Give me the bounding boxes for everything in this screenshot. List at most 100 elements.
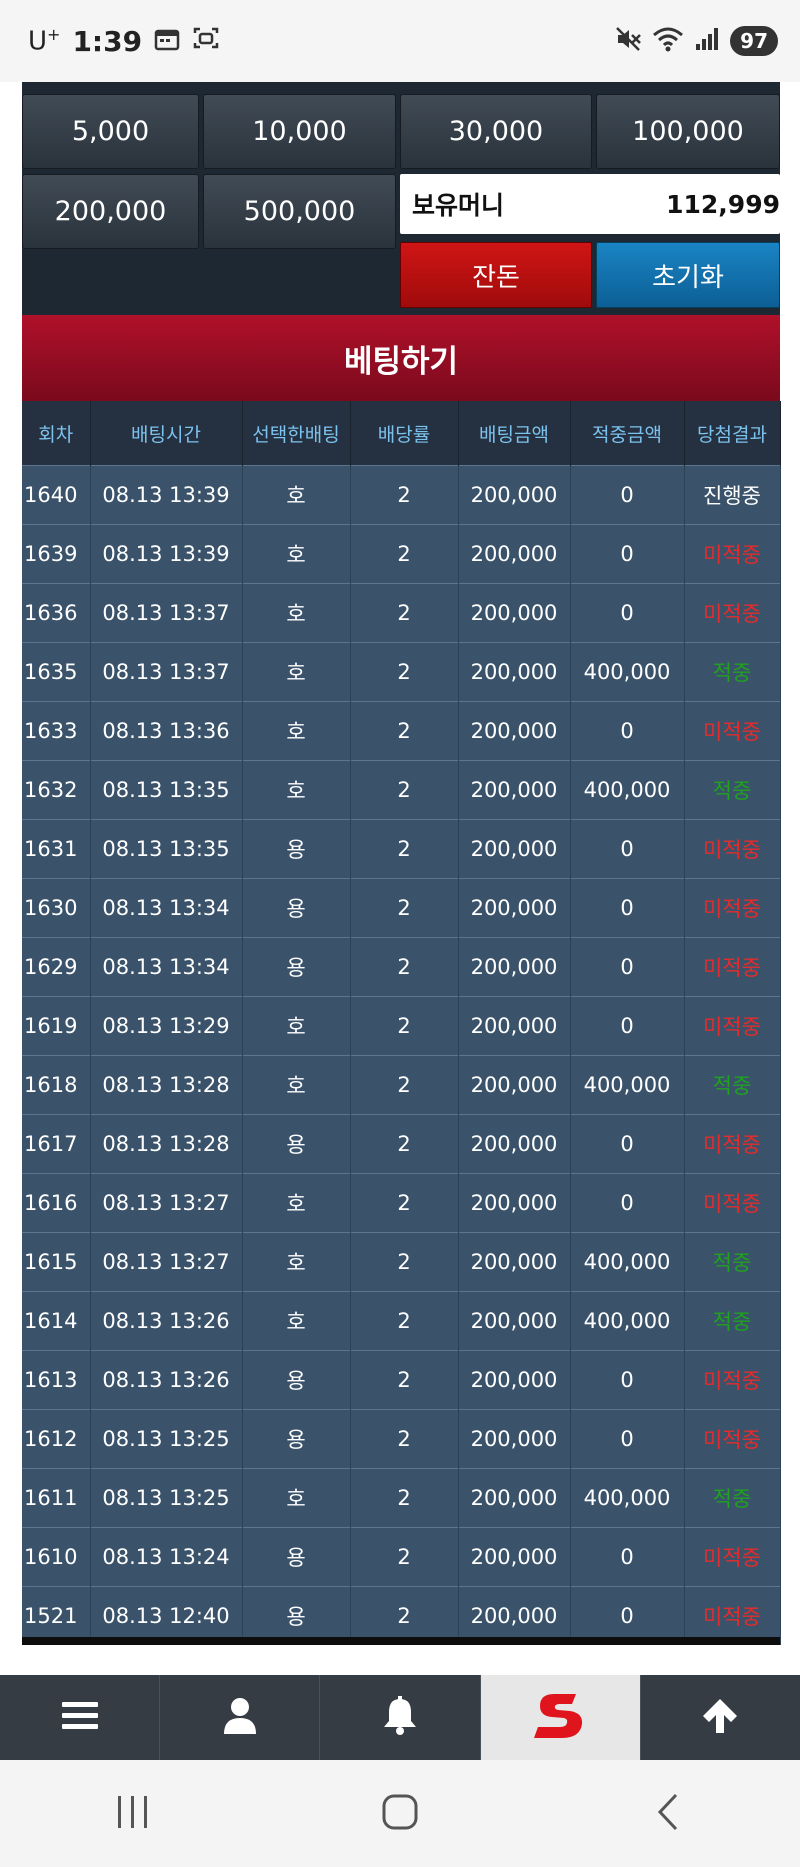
wifi-icon <box>652 25 684 57</box>
screenshot-icon <box>192 25 220 58</box>
table-row: 1633 08.13 13:36 호 2 200,000 0 미적중 <box>22 701 781 761</box>
odds-cell: 2 <box>350 1527 459 1587</box>
odds-cell: 2 <box>350 1114 459 1174</box>
round-cell: 1612 <box>22 1409 91 1469</box>
result-cell: 미적중 <box>684 1114 781 1174</box>
amount-cell: 200,000 <box>458 1527 571 1587</box>
user-button[interactable] <box>160 1675 321 1760</box>
win-amount-cell: 0 <box>570 937 685 997</box>
home-logo-button[interactable] <box>480 1675 641 1760</box>
chip-5000-button[interactable]: 5,000 <box>22 94 199 169</box>
result-cell: 적중 <box>684 1468 781 1528</box>
result-cell: 미적중 <box>684 701 781 761</box>
back-button[interactable] <box>627 1784 707 1844</box>
scroll-top-button[interactable] <box>641 1675 800 1760</box>
result-cell: 미적중 <box>684 937 781 997</box>
header-result: 당첨결과 <box>684 401 781 466</box>
pick-cell: 용 <box>242 1409 351 1469</box>
table-row: 1610 08.13 13:24 용 2 200,000 0 미적중 <box>22 1527 781 1587</box>
pick-cell: 호 <box>242 1291 351 1351</box>
menu-button[interactable] <box>0 1675 161 1760</box>
home-button[interactable] <box>360 1784 440 1844</box>
place-bet-button[interactable]: 베팅하기 <box>22 315 780 401</box>
mute-icon <box>614 25 642 57</box>
change-button[interactable]: 잔돈 <box>400 242 592 308</box>
chip-500000-button[interactable]: 500,000 <box>203 174 396 249</box>
odds-cell: 2 <box>350 583 459 643</box>
amount-cell: 200,000 <box>458 524 571 584</box>
battery-indicator: 97 <box>730 26 778 56</box>
round-cell: 1635 <box>22 642 91 702</box>
notification-button[interactable] <box>320 1675 481 1760</box>
site-logo <box>530 1686 590 1750</box>
table-header-row: 회차 배팅시간 선택한배팅 배당률 배팅금액 적중금액 당첨결과 <box>22 401 781 466</box>
result-cell: 미적중 <box>684 1173 781 1233</box>
round-cell: 1611 <box>22 1468 91 1528</box>
chip-10000-button[interactable]: 10,000 <box>203 94 396 169</box>
win-amount-cell: 0 <box>570 1173 685 1233</box>
result-cell: 적중 <box>684 642 781 702</box>
amount-cell: 200,000 <box>458 1055 571 1115</box>
balance-display: 보유머니 112,999 <box>400 174 780 234</box>
round-cell: 1617 <box>22 1114 91 1174</box>
header-round: 회차 <box>22 401 91 466</box>
home-icon <box>380 1792 420 1836</box>
result-cell: 미적중 <box>684 583 781 643</box>
time-cell: 08.13 13:34 <box>90 937 243 997</box>
odds-cell: 2 <box>350 878 459 938</box>
header-odds: 배당률 <box>350 401 459 466</box>
odds-cell: 2 <box>350 1409 459 1469</box>
round-cell: 1618 <box>22 1055 91 1115</box>
win-amount-cell: 400,000 <box>570 1468 685 1528</box>
table-row: 1616 08.13 13:27 호 2 200,000 0 미적중 <box>22 1173 781 1233</box>
time-cell: 08.13 13:26 <box>90 1350 243 1410</box>
recent-apps-button[interactable] <box>93 1784 173 1844</box>
odds-cell: 2 <box>350 465 459 525</box>
amount-cell: 200,000 <box>458 1409 571 1469</box>
odds-cell: 2 <box>350 1468 459 1528</box>
time-cell: 08.13 13:39 <box>90 465 243 525</box>
table-row: 1611 08.13 13:25 호 2 200,000 400,000 적중 <box>22 1468 781 1528</box>
odds-cell: 2 <box>350 1055 459 1115</box>
amount-cell: 200,000 <box>458 1291 571 1351</box>
bottom-navigation <box>0 1675 800 1760</box>
chip-30000-button[interactable]: 30,000 <box>400 94 592 169</box>
user-icon <box>222 1696 258 1740</box>
chip-200000-button[interactable]: 200,000 <box>22 174 199 249</box>
time-cell: 08.13 13:37 <box>90 642 243 702</box>
table-row: 1613 08.13 13:26 용 2 200,000 0 미적중 <box>22 1350 781 1410</box>
odds-cell: 2 <box>350 1232 459 1292</box>
win-amount-cell: 400,000 <box>570 1232 685 1292</box>
status-bar: U+ 1:39 97 <box>0 0 800 82</box>
table-row: 1615 08.13 13:27 호 2 200,000 400,000 적중 <box>22 1232 781 1292</box>
time-cell: 08.13 13:26 <box>90 1291 243 1351</box>
time-cell: 08.13 13:35 <box>90 760 243 820</box>
menu-icon <box>60 1699 100 1737</box>
chip-100000-button[interactable]: 100,000 <box>596 94 780 169</box>
pick-cell: 용 <box>242 1527 351 1587</box>
time-cell: 08.13 13:39 <box>90 524 243 584</box>
result-cell: 미적중 <box>684 878 781 938</box>
bet-amount-grid: 5,000 10,000 30,000 100,000 200,000 500,… <box>22 82 780 315</box>
time-cell: 08.13 13:27 <box>90 1173 243 1233</box>
time-cell: 08.13 13:28 <box>90 1055 243 1115</box>
win-amount-cell: 0 <box>570 583 685 643</box>
round-cell: 1615 <box>22 1232 91 1292</box>
system-navigation <box>0 1760 800 1867</box>
amount-cell: 200,000 <box>458 819 571 879</box>
pick-cell: 호 <box>242 1468 351 1528</box>
table-row: 1619 08.13 13:29 호 2 200,000 0 미적중 <box>22 996 781 1056</box>
round-cell: 1614 <box>22 1291 91 1351</box>
pick-cell: 용 <box>242 819 351 879</box>
carrier-label: U+ <box>28 25 61 57</box>
amount-cell: 200,000 <box>458 701 571 761</box>
round-cell: 1629 <box>22 937 91 997</box>
win-amount-cell: 0 <box>570 1527 685 1587</box>
table-row: 1617 08.13 13:28 용 2 200,000 0 미적중 <box>22 1114 781 1174</box>
reset-button[interactable]: 초기화 <box>596 242 780 308</box>
odds-cell: 2 <box>350 524 459 584</box>
win-amount-cell: 0 <box>570 465 685 525</box>
win-amount-cell: 0 <box>570 1114 685 1174</box>
amount-cell: 200,000 <box>458 465 571 525</box>
back-icon <box>652 1792 682 1836</box>
